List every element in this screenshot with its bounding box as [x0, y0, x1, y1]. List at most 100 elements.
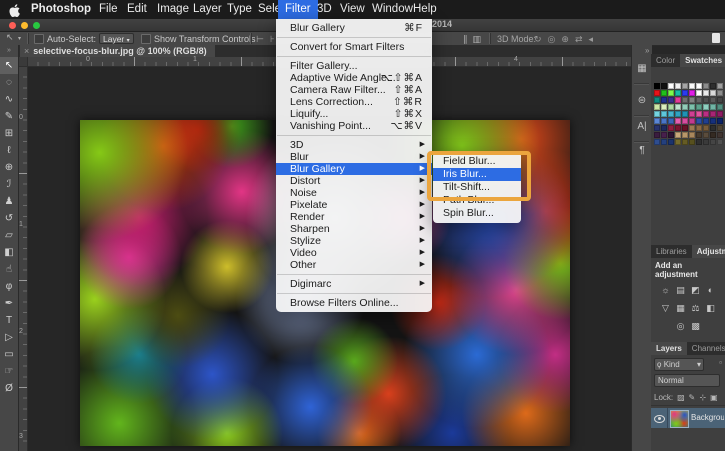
- close-window-button[interactable]: [9, 22, 16, 29]
- apple-menu-icon[interactable]: [8, 3, 22, 18]
- tab-layers[interactable]: Layers: [651, 342, 687, 355]
- swatch[interactable]: [682, 111, 688, 117]
- eyedropper-tool[interactable]: ℓ: [0, 142, 18, 159]
- blend-mode-dropdown[interactable]: Normal: [654, 374, 720, 387]
- roll-3d-icon[interactable]: ◎: [548, 34, 556, 44]
- brush-tool[interactable]: ℐ: [0, 176, 18, 193]
- healing-brush-tool[interactable]: ⊕: [0, 159, 18, 176]
- swatch[interactable]: [710, 83, 716, 89]
- show-transform-checkbox[interactable]: [141, 34, 151, 44]
- swatch[interactable]: [710, 118, 716, 124]
- filter-menu-item-distort[interactable]: Distort▶: [276, 175, 432, 187]
- vertical-ruler[interactable]: [18, 66, 28, 451]
- swatch[interactable]: [717, 83, 723, 89]
- swatch[interactable]: [703, 90, 709, 96]
- camera-3d-icon[interactable]: ◂: [589, 34, 594, 44]
- swatch[interactable]: [668, 132, 674, 138]
- swatch[interactable]: [696, 111, 702, 117]
- swatch[interactable]: [717, 97, 723, 103]
- document-tab[interactable]: ×selective-focus-blur.jpg @ 100% (RGB/8): [20, 45, 215, 57]
- swatch[interactable]: [661, 139, 667, 145]
- filter-menu-item-filter-gallery-[interactable]: Filter Gallery...: [276, 60, 432, 72]
- swatch[interactable]: [696, 132, 702, 138]
- swatch[interactable]: [696, 118, 702, 124]
- swatch[interactable]: [696, 139, 702, 145]
- filter-menu-item-blur[interactable]: Blur▶: [276, 151, 432, 163]
- filter-menu-item-render[interactable]: Render▶: [276, 211, 432, 223]
- swatch[interactable]: [717, 132, 723, 138]
- swatch[interactable]: [661, 90, 667, 96]
- zoom-tool[interactable]: Ø: [0, 380, 18, 397]
- marquee-tool[interactable]: ◌: [0, 74, 18, 91]
- hue-saturation-icon[interactable]: ▦: [673, 302, 688, 315]
- lock-paint-icon[interactable]: ✎: [686, 391, 697, 405]
- filter-menu-item-liquify-[interactable]: Liquify...⇧⌘X: [276, 108, 432, 120]
- tab-libraries[interactable]: Libraries: [651, 245, 692, 258]
- levels-icon[interactable]: ▤: [673, 284, 688, 297]
- close-tab-icon[interactable]: ×: [24, 46, 29, 56]
- swatch[interactable]: [668, 125, 674, 131]
- swatch[interactable]: [703, 125, 709, 131]
- toolbar-collapse-icon[interactable]: »: [0, 45, 18, 57]
- quick-selection-tool[interactable]: ✎: [0, 108, 18, 125]
- auto-select-checkbox[interactable]: [34, 34, 44, 44]
- black-white-icon[interactable]: ◧: [703, 302, 718, 315]
- swatch[interactable]: [682, 97, 688, 103]
- align-center-icon[interactable]: ⊦: [270, 34, 275, 44]
- swatch[interactable]: [689, 118, 695, 124]
- move-tool-option-icon[interactable]: ↖: [6, 32, 14, 43]
- swatch[interactable]: [682, 118, 688, 124]
- swatch[interactable]: [689, 104, 695, 110]
- swatch[interactable]: [675, 125, 681, 131]
- paragraph-panel-icon[interactable]: ¶: [633, 143, 651, 158]
- photo-filter-icon[interactable]: ◎: [673, 320, 688, 333]
- swatch[interactable]: [654, 139, 660, 145]
- layer-visibility-eye-icon[interactable]: [654, 415, 665, 423]
- swatch[interactable]: [668, 83, 674, 89]
- swatch[interactable]: [696, 90, 702, 96]
- layer-row-background[interactable]: Background: [651, 408, 725, 428]
- swatch[interactable]: [689, 83, 695, 89]
- swatch[interactable]: [661, 97, 667, 103]
- brush-presets-panel-icon[interactable]: ▦: [633, 61, 651, 76]
- dock-collapse-icon[interactable]: »: [645, 46, 649, 55]
- filter-menu-item-3d[interactable]: 3D▶: [276, 139, 432, 151]
- orbit-3d-icon[interactable]: ↻: [534, 34, 542, 44]
- swatch[interactable]: [717, 104, 723, 110]
- filter-menu-item-pixelate[interactable]: Pixelate▶: [276, 199, 432, 211]
- tab-color[interactable]: Color: [651, 54, 680, 67]
- swatch[interactable]: [710, 132, 716, 138]
- history-brush-tool[interactable]: ↺: [0, 210, 18, 227]
- swatch[interactable]: [703, 97, 709, 103]
- swatch[interactable]: [668, 139, 674, 145]
- swatch[interactable]: [717, 118, 723, 124]
- exposure-icon[interactable]: ◐: [703, 284, 718, 297]
- swatch[interactable]: [661, 132, 667, 138]
- swatch[interactable]: [682, 90, 688, 96]
- lasso-tool[interactable]: ∿: [0, 91, 18, 108]
- character-panel-icon[interactable]: A|: [633, 119, 651, 134]
- swatch[interactable]: [675, 90, 681, 96]
- swatch[interactable]: [703, 111, 709, 117]
- workspace-switcher-icon[interactable]: [712, 33, 720, 43]
- hand-tool[interactable]: ☞: [0, 363, 18, 380]
- minimize-window-button[interactable]: [21, 22, 28, 29]
- color-balance-icon[interactable]: ⚖: [688, 302, 703, 315]
- swatch[interactable]: [675, 118, 681, 124]
- tab-channels[interactable]: Channels: [687, 342, 725, 355]
- swatch[interactable]: [682, 104, 688, 110]
- swatch[interactable]: [682, 139, 688, 145]
- swatch[interactable]: [654, 132, 660, 138]
- swatch[interactable]: [703, 139, 709, 145]
- filter-menu-item-adaptive-wide-angle-[interactable]: Adaptive Wide Angle...⌥⇧⌘A: [276, 72, 432, 84]
- lock-all-icon[interactable]: ▣: [708, 391, 719, 405]
- swatch[interactable]: [696, 125, 702, 131]
- filter-menu-item-other[interactable]: Other▶: [276, 259, 432, 271]
- filter-menu-item-convert-for-smart-filters[interactable]: Convert for Smart Filters: [276, 41, 432, 53]
- filter-menu-item-stylize[interactable]: Stylize▶: [276, 235, 432, 247]
- swatch[interactable]: [710, 111, 716, 117]
- swatch[interactable]: [703, 132, 709, 138]
- eraser-tool[interactable]: ▱: [0, 227, 18, 244]
- swatch[interactable]: [668, 104, 674, 110]
- panels-toggle-icon[interactable]: ▥: [473, 34, 482, 44]
